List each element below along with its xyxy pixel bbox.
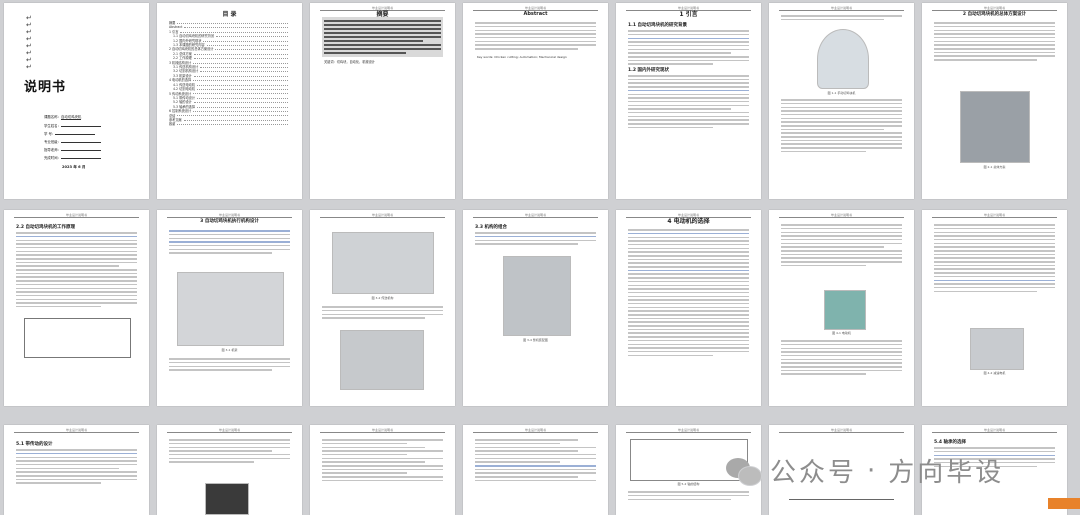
abstract-en-keywords: Key words: Chicken cutting; Automation; … <box>477 55 567 59</box>
figure-image <box>340 330 424 390</box>
page-header: 毕业设计说明书 <box>932 213 1057 218</box>
page-header: 毕业设计说明书 <box>779 6 904 11</box>
figure-image <box>817 29 869 89</box>
section-heading: 3.3 机构的组合 <box>475 225 508 230</box>
cover-field-class: 专业班级： <box>44 139 101 145</box>
abstract-cn-page: 毕业设计说明书 摘要 关键词：切鸡块，自动化，机械设计 <box>310 3 455 199</box>
abstract-en-title: Abstract <box>523 11 548 17</box>
page-header: 毕业设计说明书 <box>932 428 1057 433</box>
cover-title: 说明书 <box>24 80 67 95</box>
page-header: 毕业设计说明书 <box>167 428 292 433</box>
chapter-title: 2 自动切鸡块机的总体方案设计 <box>962 12 1027 17</box>
abstract-en-page: 毕业设计说明书 Abstract Key words: Chicken cutt… <box>463 3 608 199</box>
page-header: 毕业设计说明书 <box>320 213 445 218</box>
toc-list: 摘要 Abstract 1 引言 1.1 自动切鸡块机的研究背景 1.2 国内外研究现状… <box>169 21 290 127</box>
page-header: 毕业设计说明书 <box>473 428 598 433</box>
figure-caption: 图 3-4 整机装配图 <box>523 338 548 342</box>
page-header: 毕业设计说明书 <box>779 428 904 433</box>
page-calculation-2: 毕业设计说明书 <box>463 425 608 515</box>
corner-tab <box>1048 498 1080 509</box>
page-figure-1-1: 毕业设计说明书 图 1-1 手动切鸡块机 <box>769 3 914 199</box>
highlighted-text-block <box>322 17 443 57</box>
page-figure-4-1: 毕业设计说明书 图 4-1 电动机 <box>769 210 914 406</box>
figure-caption: 图 4-1 电动机 <box>832 331 851 335</box>
cover-field-time: 完成时间： <box>44 155 101 161</box>
cover-field-project: 课题名称：自动切鸡块机 <box>44 115 82 120</box>
figure-image <box>177 272 284 346</box>
toc-entry: 致谢 <box>169 122 290 126</box>
chapter2-page: 毕业设计说明书 2 自动切鸡块机的总体方案设计 图 2-1 总体方案 <box>922 3 1067 199</box>
wechat-icon <box>726 456 762 486</box>
chapter1-page: 毕业设计说明书 1 引言 1.1 自动切鸡块机的研究背景 1.2 国内外研究现状 <box>616 3 761 199</box>
figure-image <box>503 256 571 336</box>
section-heading: 2.2 自动切鸡块机的工作原理 <box>16 225 76 230</box>
figure-caption: 图 1-1 手动切鸡块机 <box>827 91 856 95</box>
toc-title: 目 录 <box>222 11 237 18</box>
chapter-title: 1 引言 <box>679 11 698 18</box>
parameter-table <box>24 318 131 358</box>
figure-image <box>970 328 1024 370</box>
page-header: 毕业设计说明书 <box>626 428 751 433</box>
abstract-cn-keywords: 关键词：切鸡块，自动化，机械设计 <box>324 60 375 64</box>
page-figure-4-2: 毕业设计说明书 图 4-2 减速电机 <box>922 210 1067 406</box>
page-working-principle: 毕业设计说明书 2.2 自动切鸡块机的工作原理 <box>4 210 149 406</box>
figure-caption: 图 4-2 减速电机 <box>983 371 1006 375</box>
figure-image <box>960 91 1030 163</box>
toc-page: 目 录 摘要 Abstract 1 引言 1.1 自动切鸡块机的研究背景 1.2 国内外… <box>157 3 302 199</box>
watermark-platform: 公众号 <box>770 458 858 488</box>
page-header: 毕业设计说明书 <box>14 428 139 433</box>
cover-page: ↵ ↵ ↵ ↵ ↵ ↵ ↵ ↵ 说明书 课题名称：自动切鸡块机 学生姓名： 学 号： 专业班级… <box>4 3 149 199</box>
figure-image <box>205 483 249 515</box>
chapter-title: 4 电动机的选择 <box>667 218 710 225</box>
page-header: 毕业设计说明书 <box>779 213 904 218</box>
page-header: 毕业设计说明书 <box>320 428 445 433</box>
section-heading: 1.2 国内外研究现状 <box>628 67 670 73</box>
page-figure-3-2: 毕业设计说明书 图 3-2 传送机构 <box>310 210 455 406</box>
figure-image <box>824 290 866 330</box>
page-header: 毕业设计说明书 <box>473 213 598 218</box>
chapter4-page: 毕业设计说明书 4 电动机的选择 <box>616 210 761 406</box>
chapter3-page: 毕业设计说明书 3 自动切鸡块机执行机构设计 图 3-1 机架 <box>157 210 302 406</box>
chapter-title: 3 自动切鸡块机执行机构设计 <box>200 219 259 224</box>
cover-field-name: 学生姓名： <box>44 123 101 129</box>
figure-image <box>332 232 434 294</box>
cover-date: 2023 年 6 月 <box>62 165 86 169</box>
section-heading: 1.1 自动切鸡块机的研究背景 <box>628 23 688 28</box>
figure-caption: 图 3-1 机架 <box>221 348 238 352</box>
page-header: 毕业设计说明书 <box>932 6 1057 11</box>
cover-field-advisor: 指导老师： <box>44 147 101 153</box>
figure-caption: 图 2-1 总体方案 <box>983 165 1006 169</box>
page-assembly: 毕业设计说明书 3.3 机构的组合 图 3-4 整机装配图 <box>463 210 608 406</box>
wechat-watermark: 公众号 · 方向毕设 <box>726 452 1004 489</box>
figure-caption: 图 3-2 传送机构 <box>371 296 394 300</box>
page-header: 毕业设计说明书 <box>14 213 139 218</box>
page-motor-image: 毕业设计说明书 <box>157 425 302 515</box>
page-calculation-1: 毕业设计说明书 <box>310 425 455 515</box>
page-header: 毕业设计说明书 <box>167 213 292 218</box>
section-heading: 5.4 轴承的选择 <box>934 440 967 445</box>
page-belt-design: 毕业设计说明书 5.1 带传动的设计 <box>4 425 149 515</box>
paragraph-marks: ↵ ↵ ↵ ↵ ↵ ↵ ↵ ↵ <box>26 14 32 71</box>
watermark-name: 方向毕设 <box>888 458 1005 488</box>
cover-field-id: 学 号： <box>44 131 96 137</box>
section-heading: 5.1 带传动的设计 <box>16 442 53 447</box>
